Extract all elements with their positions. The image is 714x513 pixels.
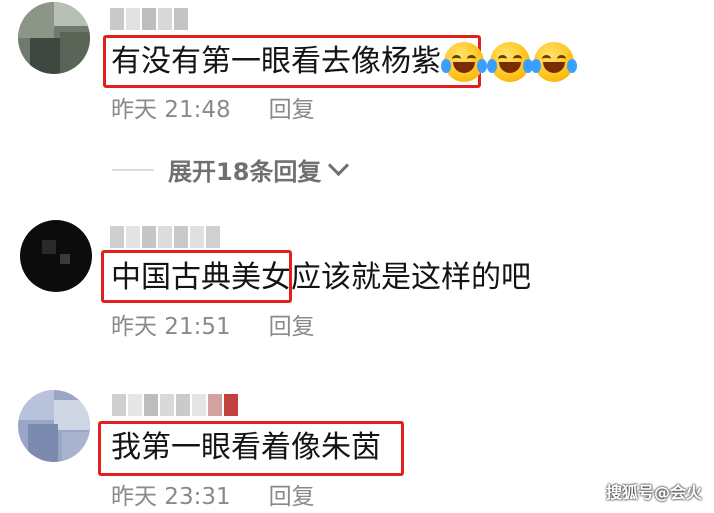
avatar[interactable] [20,220,92,292]
comment-meta: 昨天 23:31 回复 [111,482,315,512]
timestamp: 昨天 23:31 [111,484,231,510]
timestamp: 昨天 21:48 [111,97,231,123]
divider [112,168,154,171]
username-blurred[interactable] [112,394,238,416]
watermark: 搜狐号@会火 [605,483,702,502]
username-blurred[interactable] [110,8,188,30]
avatar[interactable] [18,2,90,74]
highlight-box [103,35,481,88]
highlight-box [98,421,404,476]
reply-button[interactable]: 回复 [269,97,315,123]
expand-replies-button[interactable]: 展开18条回复 [112,152,350,187]
avatar[interactable] [18,390,90,462]
reply-button[interactable]: 回复 [269,484,315,510]
laughing-crying-emoji-icon [487,42,533,82]
timestamp: 昨天 21:51 [111,314,231,340]
highlight-box [101,250,292,303]
laughing-crying-emoji-icon [531,42,577,82]
reply-button[interactable]: 回复 [269,314,315,340]
comment-meta: 昨天 21:48 回复 [111,95,315,125]
laughing-crying-emoji-icon [441,42,487,82]
comment-meta: 昨天 21:51 回复 [111,312,315,342]
chevron-down-icon [328,154,350,177]
username-blurred[interactable] [110,226,220,248]
